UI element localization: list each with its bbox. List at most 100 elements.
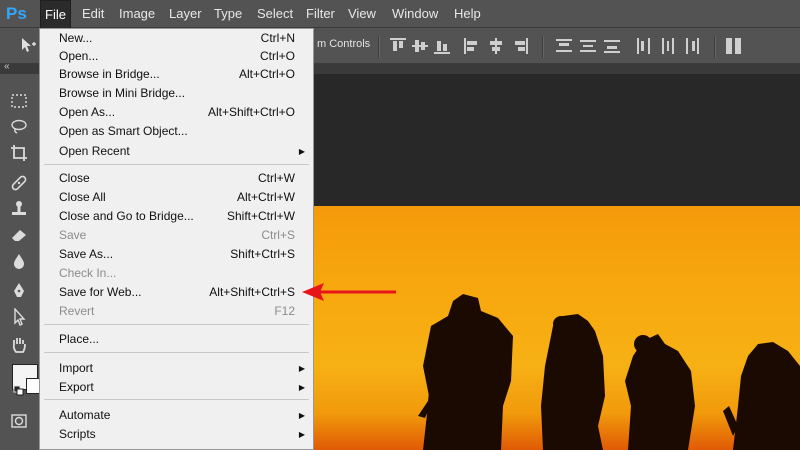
menu-select[interactable]: Select [253,0,297,28]
menu-item-shortcut: Ctrl+N [260,31,295,45]
menu-item-save: Save Ctrl+S [40,226,313,245]
menu-item-label: Browse in Bridge... [59,67,160,81]
distribute-horizontal-center-icon[interactable] [660,38,676,54]
menu-item-close[interactable]: Close Ctrl+W [40,169,313,188]
submenu-arrow-icon: ▶ [298,147,305,156]
menu-item-label: Import [59,361,94,375]
menu-item-open[interactable]: Open... Ctrl+O [40,47,313,66]
menu-item-label: Save [59,228,87,242]
tools-panel [0,74,42,450]
menu-item-check-in: Check In... [40,264,313,283]
eraser-tool-icon[interactable] [8,226,30,248]
menu-edit[interactable]: Edit [78,0,108,28]
menu-item-import[interactable]: Import ▶ [40,359,313,378]
menu-item-label: Close and Go to Bridge... [59,209,194,223]
quick-mask-icon[interactable] [8,412,30,434]
menu-bar: Ps File Edit Image Layer Type Select Fil… [0,0,800,28]
options-divider [378,36,380,58]
menu-separator [44,399,309,400]
align-bottom-icon[interactable] [434,38,450,54]
menu-image[interactable]: Image [115,0,159,28]
menu-item-automate[interactable]: Automate ▶ [40,406,313,425]
menu-item-open-as[interactable]: Open As... Alt+Shift+Ctrl+O [40,103,313,122]
menu-type[interactable]: Type [210,0,246,28]
move-tool-preset-icon[interactable] [18,36,38,56]
clone-stamp-tool-icon[interactable] [8,200,30,222]
menu-separator [44,164,309,165]
menu-item-label: Close All [59,190,106,204]
menu-item-close-and-go-to-bridge[interactable]: Close and Go to Bridge... Shift+Ctrl+W [40,207,313,226]
collapse-chevron-icon[interactable]: « [4,61,10,72]
marquee-tool-icon[interactable] [8,92,30,114]
menu-help[interactable]: Help [450,0,485,28]
menu-item-label: Export [59,380,94,394]
crop-tool-icon[interactable] [8,144,30,166]
menu-item-label: Close [59,171,90,185]
align-right-icon[interactable] [512,38,528,54]
menu-item-label: Open... [59,49,99,63]
menu-item-shortcut: Shift+Ctrl+S [230,247,295,261]
menu-separator [44,352,309,353]
menu-item-shortcut: Alt+Shift+Ctrl+S [209,285,295,299]
menu-item-browse-in-bridge[interactable]: Browse in Bridge... Alt+Ctrl+O [40,65,313,84]
menu-separator [44,324,309,325]
distribute-right-icon[interactable] [684,38,700,54]
menu-item-open-as-smart-object[interactable]: Open as Smart Object... [40,122,313,141]
menu-item-label: Place... [59,332,100,346]
menu-item-label: Revert [59,304,95,318]
menu-item-label: Browse in Mini Bridge... [59,86,186,100]
hand-tool-icon[interactable] [8,336,30,358]
menu-view[interactable]: View [344,0,380,28]
path-selection-tool-icon[interactable] [8,307,30,330]
menu-item-browse-in-mini-bridge[interactable]: Browse in Mini Bridge... [40,84,313,103]
distribute-bottom-icon[interactable] [604,38,620,54]
menu-item-place[interactable]: Place... [40,330,313,349]
menu-item-open-recent[interactable]: Open Recent ▶ [40,142,313,161]
menu-item-shortcut: Ctrl+W [258,171,295,185]
options-divider [542,36,544,58]
menu-item-shortcut: Alt+Ctrl+W [236,190,295,204]
align-vertical-center-icon[interactable] [412,38,428,54]
document-canvas-image [313,206,800,450]
menu-item-shortcut: Ctrl+O [259,49,295,63]
menu-layer[interactable]: Layer [165,0,206,28]
menu-item-shortcut: Shift+Ctrl+W [226,209,295,223]
show-transform-controls-label[interactable]: m Controls [317,38,370,50]
distribute-left-icon[interactable] [636,38,652,54]
submenu-arrow-icon: ▶ [298,383,305,392]
distribute-top-icon[interactable] [556,38,572,54]
auto-align-layers-icon[interactable] [726,38,742,54]
blur-tool-icon[interactable] [8,252,30,274]
annotation-arrow-icon [302,283,396,301]
distribute-vertical-center-icon[interactable] [580,38,596,54]
menu-window[interactable]: Window [388,0,442,28]
menu-filter[interactable]: Filter [302,0,339,28]
menu-item-label: Save As... [59,247,114,261]
menu-item-label: New... [59,31,93,45]
submenu-arrow-icon: ▶ [298,364,305,373]
submenu-arrow-icon: ▶ [298,411,305,420]
align-horizontal-center-icon[interactable] [488,38,504,54]
menu-item-revert: Revert F12 [40,302,313,321]
align-top-icon[interactable] [390,38,406,54]
pen-tool-icon[interactable] [8,282,30,304]
menu-item-save-for-web[interactable]: Save for Web... Alt+Shift+Ctrl+S [40,283,313,302]
menu-item-shortcut: Alt+Shift+Ctrl+O [207,105,295,119]
menu-item-label: Check In... [59,266,117,280]
align-left-icon[interactable] [464,38,480,54]
healing-brush-tool-icon[interactable] [8,174,30,196]
default-colors-icon[interactable] [8,384,30,406]
menu-item-export[interactable]: Export ▶ [40,378,313,397]
menu-item-shortcut: F12 [274,304,295,318]
menu-item-label: Open Recent [59,144,130,158]
menu-item-label: Open As... [59,105,116,119]
menu-item-close-all[interactable]: Close All Alt+Ctrl+W [40,188,313,207]
menu-item-save-as[interactable]: Save As... Shift+Ctrl+S [40,245,313,264]
menu-item-scripts[interactable]: Scripts ▶ [40,425,313,444]
menu-item-label: Open as Smart Object... [59,124,188,138]
lasso-tool-icon[interactable] [8,118,30,140]
menu-file[interactable]: File [40,0,71,28]
menu-item-label: Scripts [59,427,96,441]
file-menu-dropdown: New... Ctrl+N Open... Ctrl+O Browse in Bri… [39,28,314,450]
menu-item-new[interactable]: New... Ctrl+N [40,29,313,48]
